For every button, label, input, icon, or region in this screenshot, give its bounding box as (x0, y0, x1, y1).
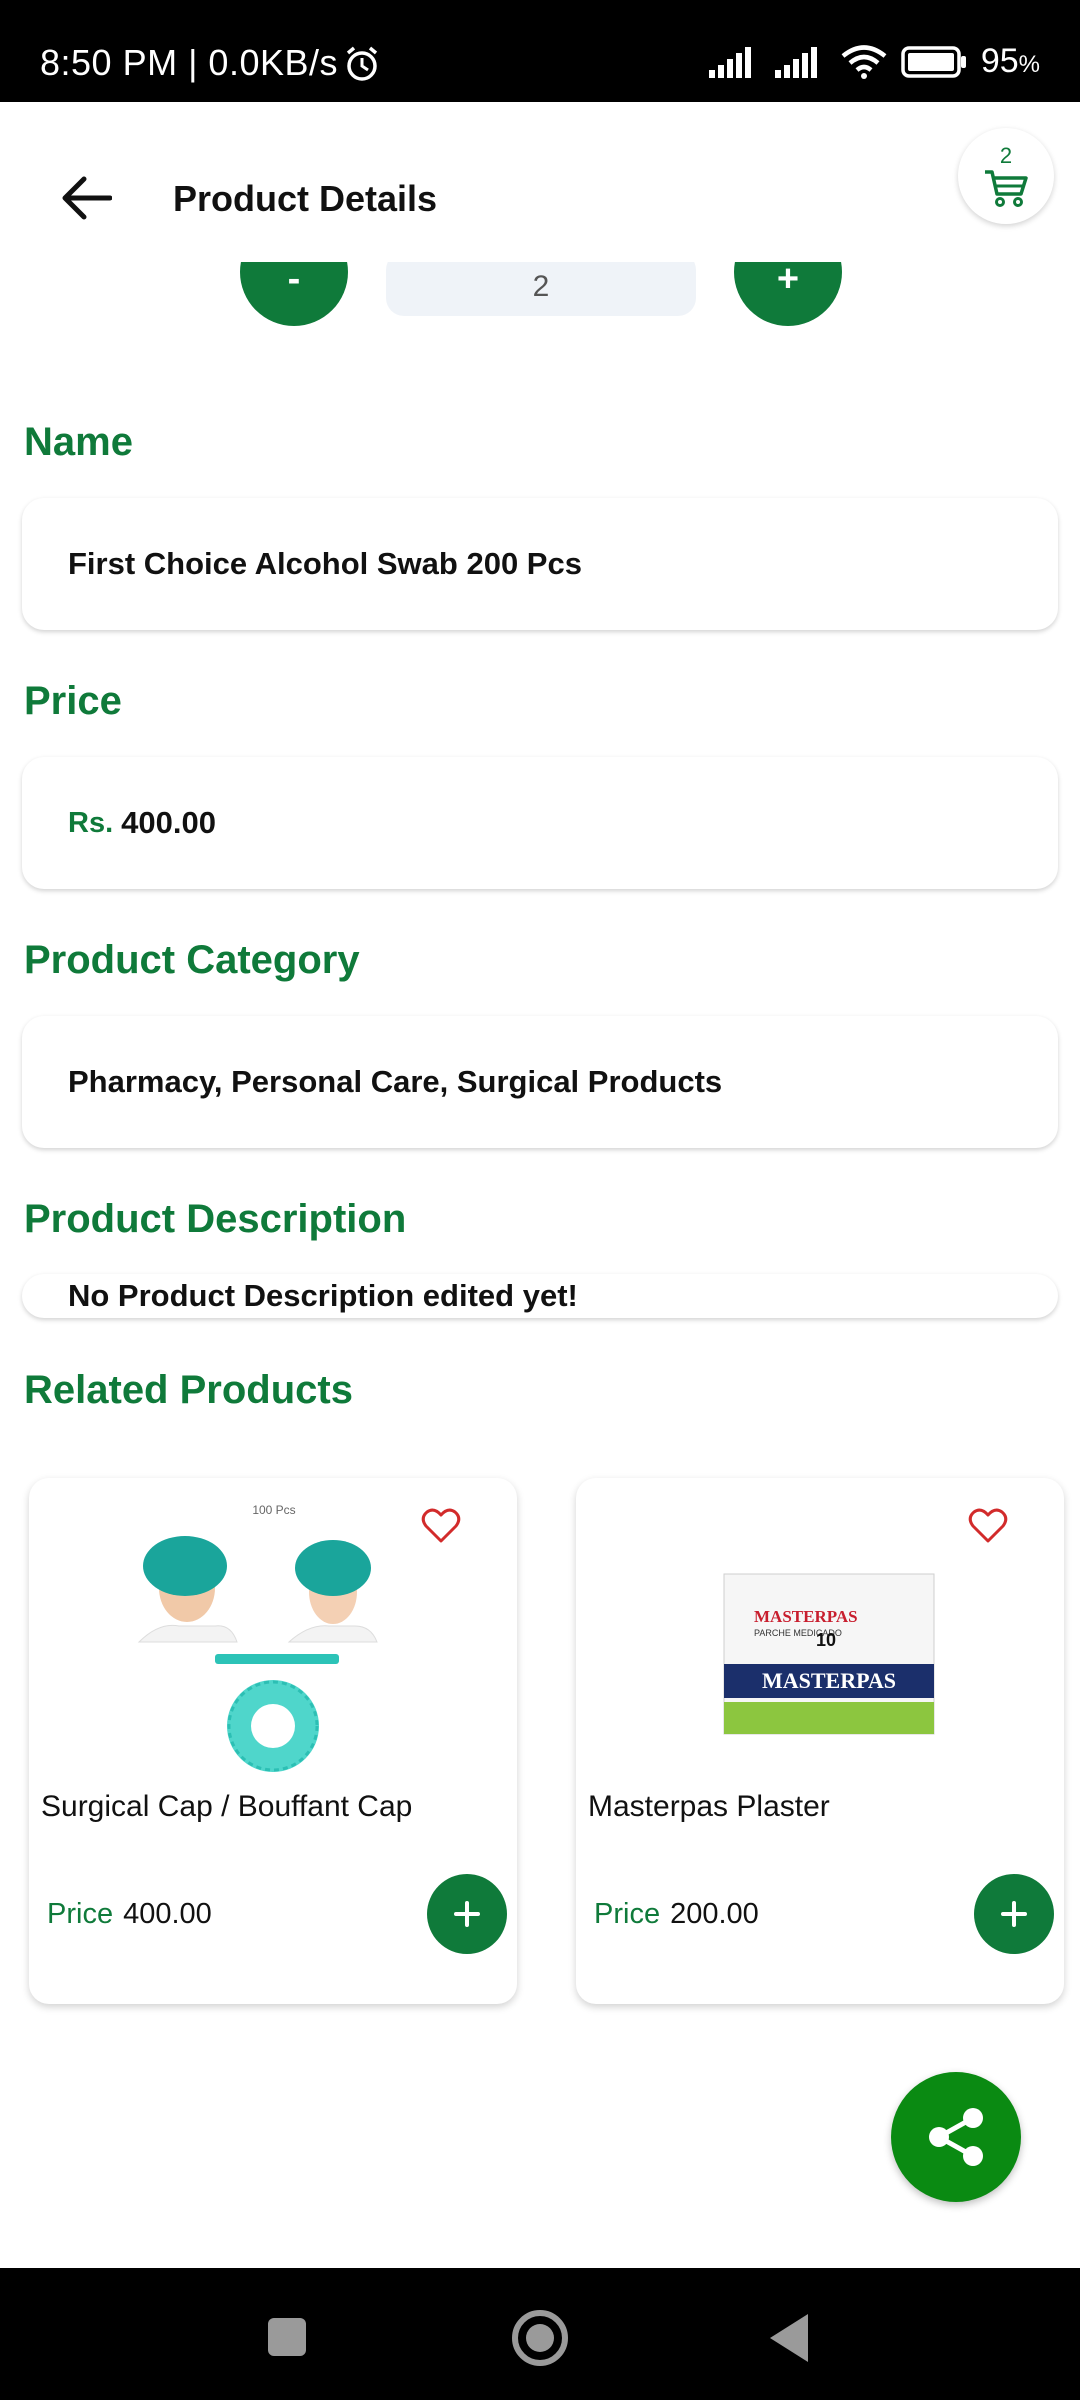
arrow-left-icon (62, 176, 112, 220)
category-label: Product Category (24, 938, 360, 982)
home-icon (526, 2324, 554, 2352)
increase-quantity-button[interactable]: + (734, 262, 842, 326)
description-label: Product Description (24, 1197, 407, 1241)
image-caption: 100 Pcs (252, 1503, 295, 1517)
product-name: Masterpas Plaster (588, 1790, 830, 1823)
product-image: MASTERPAS PARCHE MEDICADO 10 MASTERPAS (666, 1496, 976, 1778)
page-title: Product Details (173, 178, 438, 219)
cart-count-badge: 2 (999, 143, 1013, 168)
quantity-stepper: - 2 + (0, 262, 1080, 332)
price-label-text: Price (47, 1898, 114, 1930)
add-to-cart-button[interactable] (974, 1874, 1054, 1954)
name-value: First Choice Alcohol Swab 200 Pcs (68, 546, 582, 581)
cart-button[interactable]: 2 (958, 128, 1054, 224)
cart-icon (985, 170, 1028, 207)
battery-percent: 95% (980, 42, 1040, 80)
quantity-input[interactable]: 2 (386, 262, 696, 316)
price-currency: Rs. (68, 806, 114, 839)
status-indicators: 95% (708, 42, 1040, 81)
heart-outline-icon[interactable] (968, 1508, 1008, 1544)
name-label: Name (24, 420, 133, 464)
signal-icon (708, 46, 751, 78)
share-button[interactable] (891, 2072, 1021, 2202)
image-brand-text: MASTERPAS (754, 1607, 858, 1626)
product-name: Surgical Cap / Bouffant Cap (41, 1790, 413, 1823)
add-to-cart-button[interactable] (427, 1874, 507, 1954)
product-price: Price 400.00 (47, 1898, 212, 1931)
status-time: 8:50 PM | 0.0KB/s (40, 42, 338, 83)
battery-icon (901, 45, 966, 78)
price-card: Rs. 400.00 (22, 757, 1058, 889)
related-product-card[interactable]: 100 Pcs Surgical Cap / Bouffant Cap Pric… (29, 1478, 517, 2004)
price-label-text: Price (594, 1898, 661, 1930)
system-back-button[interactable] (770, 2314, 808, 2362)
price-amount: 400.00 (123, 1898, 212, 1930)
price-label: Price (24, 679, 122, 723)
system-nav-bar (0, 2268, 1080, 2400)
name-card: First Choice Alcohol Swab 200 Pcs (22, 498, 1058, 630)
price-amount: 200.00 (670, 1898, 759, 1930)
recents-button[interactable] (268, 2318, 306, 2356)
wifi-icon (841, 44, 887, 79)
product-image: 100 Pcs (119, 1496, 429, 1778)
app-header: Product Details 2 (0, 102, 1080, 262)
related-product-card[interactable]: MASTERPAS PARCHE MEDICADO 10 MASTERPAS M… (576, 1478, 1064, 2004)
price-value: 400.00 (121, 805, 216, 840)
image-count-text: 10 (816, 1630, 836, 1650)
share-icon (929, 2108, 983, 2166)
alarm-icon (346, 46, 378, 81)
image-brand-band: MASTERPAS (762, 1668, 896, 1693)
related-products-label: Related Products (24, 1368, 353, 1412)
status-bar: 8:50 PM | 0.0KB/s 95% (0, 0, 1080, 102)
description-value: No Product Description edited yet! (68, 1278, 578, 1313)
home-button[interactable] (512, 2310, 568, 2366)
plus-icon (1001, 1901, 1027, 1927)
category-value: Pharmacy, Personal Care, Surgical Produc… (68, 1064, 723, 1099)
plus-icon (454, 1901, 480, 1927)
product-price: Price 200.00 (594, 1898, 759, 1931)
back-button[interactable] (50, 162, 122, 234)
signal-icon-2 (774, 46, 817, 78)
decrease-quantity-button[interactable]: - (240, 262, 348, 326)
category-card: Pharmacy, Personal Care, Surgical Produc… (22, 1016, 1058, 1148)
description-card: No Product Description edited yet! (22, 1274, 1058, 1318)
heart-outline-icon[interactable] (421, 1508, 461, 1544)
